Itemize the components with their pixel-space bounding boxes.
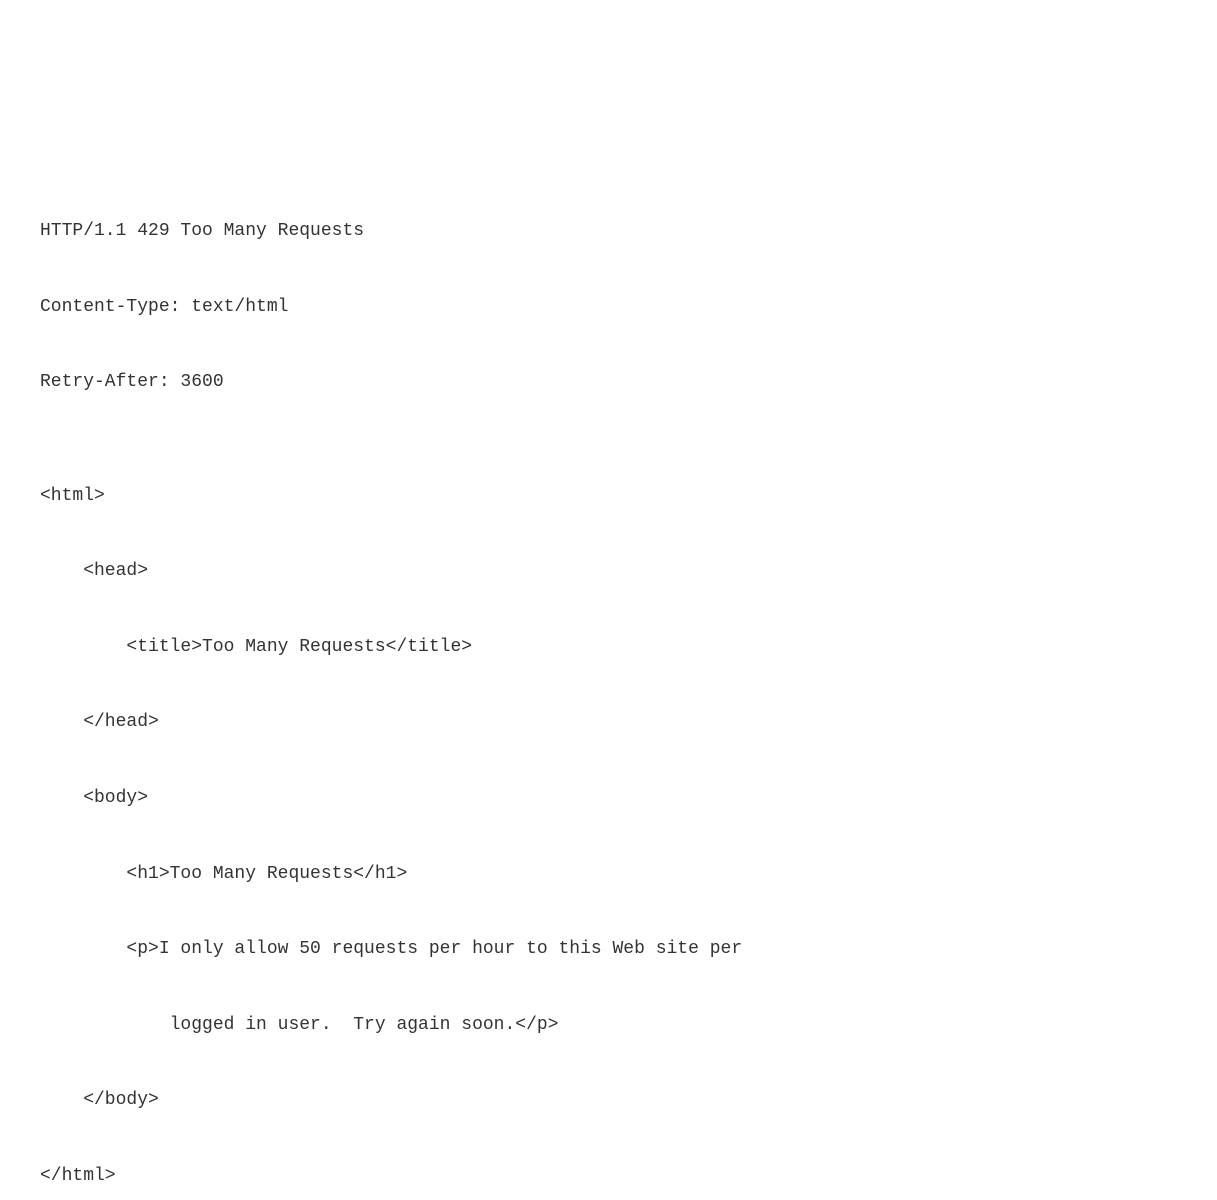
p-tag-line2: logged in user. Try again soon.</p> [40,1007,1177,1045]
code-block: HTTP/1.1 429 Too Many Requests Content-T… [40,175,1177,1200]
body-close-tag: </body> [40,1082,1177,1120]
p-tag-line1: <p>I only allow 50 requests per hour to … [40,931,1177,969]
body-open-tag: <body> [40,780,1177,818]
html-open-tag: <html> [40,478,1177,516]
http-status-line: HTTP/1.1 429 Too Many Requests [40,213,1177,251]
header-retry-after: Retry-After: 3600 [40,364,1177,402]
head-close-tag: </head> [40,704,1177,742]
h1-tag: <h1>Too Many Requests</h1> [40,856,1177,894]
title-tag: <title>Too Many Requests</title> [40,629,1177,667]
header-content-type: Content-Type: text/html [40,289,1177,327]
html-close-tag: </html> [40,1158,1177,1196]
head-open-tag: <head> [40,553,1177,591]
